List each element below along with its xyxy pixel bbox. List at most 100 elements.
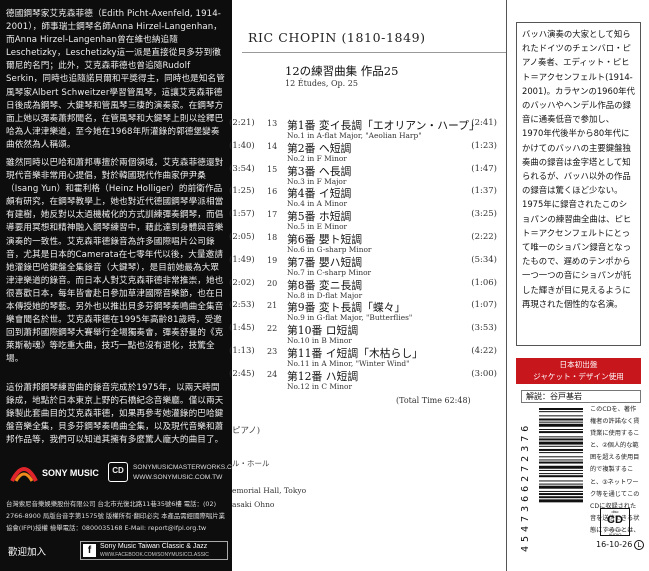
banner-line-1: 日本初出盤 — [559, 360, 598, 369]
barcode-bar — [539, 452, 583, 454]
sleeve-paragraph-1: 德國鋼琴家艾克森菲德（Edith Picht-Axenfeld, 1914-20… — [6, 9, 225, 150]
commentary-credit: 解説：谷戸基岩 — [521, 390, 641, 403]
track-number: 21 — [267, 301, 278, 311]
track-title-en: No.2 in F Minor — [287, 153, 347, 163]
sony-music-logo-icon — [10, 467, 38, 482]
ghost-time: (3:54) — [229, 163, 255, 174]
track-duration: (5:34) — [471, 254, 497, 265]
track-row: 24 第12番 ハ短調 No.12 in C Minor (3:00) — [265, 368, 503, 396]
barcode-bar — [539, 499, 583, 503]
divider — [242, 52, 512, 53]
ghost-time: (1:57) — [229, 209, 255, 220]
ghost-time: (2:45) — [229, 368, 255, 379]
track-number: 22 — [267, 324, 278, 334]
sleeve-paragraph-3: 這份蕭邦鋼琴練習曲的錄音完成於1975年，以兩天時間錄成，地點於日本東京上野的石… — [6, 383, 224, 446]
credit-fragment-1: ピアノ) — [232, 426, 261, 436]
fold-line — [506, 0, 507, 571]
barcode-bar — [539, 431, 583, 434]
track-title-en: No.6 in G-sharp Minor — [287, 245, 372, 254]
barcode-bar — [539, 461, 583, 464]
work-title: 12の練習曲集 作品25 — [285, 64, 399, 78]
barcode-bar — [539, 421, 583, 423]
track-number: 18 — [267, 233, 278, 242]
ghost-time: (2:53) — [229, 300, 255, 311]
track-number: 20 — [267, 278, 278, 288]
barcode-bar — [539, 475, 583, 478]
track-title-en: No.4 in A Minor — [287, 199, 348, 209]
barcode-bar — [539, 485, 583, 489]
japanese-liner-text: バッハ演奏の大家として知られたドイツのチェンバロ・ピアノ奏者、エディット・ピヒト… — [516, 22, 641, 346]
barcode-bar — [539, 415, 583, 417]
barcode-bar — [539, 429, 583, 430]
track-title-en: No.5 in E Minor — [287, 222, 348, 232]
track-duration: (1:47) — [471, 163, 497, 174]
catalog-date: 16-10-26 L — [596, 540, 645, 550]
total-time: (Total Time 62:48) — [396, 396, 471, 405]
ghost-time: (1:49) — [229, 254, 255, 265]
track-duration: (4:22) — [471, 346, 497, 356]
credit-fragment-4: asaki Ohno — [232, 500, 275, 509]
first-edition-banner: 日本初出盤 ジャケット・デザイン使用 — [516, 358, 641, 384]
ghost-time: (1:45) — [229, 323, 255, 334]
welcome-text: 歡迎加入 — [8, 547, 47, 558]
track-title-en: No.3 in F Major — [287, 176, 347, 186]
track-duration: (3:53) — [471, 323, 497, 334]
facebook-page-name: Sony Music Taiwan Classic & Jazz — [100, 543, 208, 550]
track-duration: (1:06) — [471, 277, 497, 288]
cd-da-bottom: DIGITAL AUDIO — [607, 527, 623, 537]
sleeve-footer: SONY MUSIC CD SONYMUSICMASTERWORKS.COM W… — [0, 458, 242, 571]
barcode-bar — [539, 483, 583, 485]
work-subtitle: 12 Études, Op. 25 — [285, 79, 358, 88]
ghost-time: (2:02) — [229, 277, 255, 288]
track-duration: (1:07) — [471, 300, 497, 311]
barcode-bar — [539, 411, 583, 413]
track-duration: (3:00) — [471, 368, 497, 379]
track-duration: (3:25) — [471, 209, 497, 220]
facebook-icon: f — [83, 544, 96, 557]
track-title-en: No.11 in A Minor, "Winter Wind" — [287, 359, 410, 368]
sleeve-paragraph-2: 雖然同時以巴哈和蕭邦專擅於兩個領域，艾克森菲德還對現代音樂非常用心提倡，對於韓國… — [6, 158, 224, 365]
ghost-time: (1:40) — [229, 140, 255, 151]
barcode-bar — [539, 473, 583, 475]
track-number: 14 — [267, 141, 278, 151]
cd-da-main: CD — [607, 514, 623, 526]
track-number: 24 — [267, 369, 278, 379]
barcode-bar — [539, 496, 583, 499]
barcode-bar — [539, 490, 583, 492]
credit-fragment-3: emorial Hall, Tokyo — [232, 486, 307, 495]
track-title-en: No.7 in C-sharp Minor — [287, 267, 372, 277]
barcode-bar — [539, 480, 583, 482]
barcode-bar — [539, 418, 583, 421]
ghost-time: (2:21) — [229, 118, 255, 128]
barcode-bar — [539, 469, 583, 471]
track-number: 17 — [267, 210, 278, 220]
url-masterworks: SONYMUSICMASTERWORKS.COM — [133, 464, 243, 471]
barcode-bar — [539, 408, 583, 410]
track-duration: (2:22) — [471, 232, 497, 242]
banner-line-2: ジャケット・デザイン使用 — [533, 372, 624, 381]
track-number: 19 — [267, 255, 278, 265]
url-sonymusic: WWW.SONYMUSIC.COM.TW — [133, 474, 223, 481]
barcode-bar — [539, 441, 583, 445]
track-title-en: No.8 in D-flat Major — [287, 290, 363, 300]
track-number: 15 — [267, 164, 278, 174]
barcode-bar — [539, 436, 583, 438]
obi-sleeve: 德國鋼琴家艾克森菲德（Edith Picht-Axenfeld, 1914-20… — [0, 0, 242, 571]
barcode-bar — [539, 456, 583, 458]
barcode-bar — [539, 445, 583, 447]
track-title-en: No.10 in B Minor — [287, 336, 352, 346]
barcode-bar — [539, 438, 583, 441]
track-number: 23 — [267, 347, 278, 356]
ghost-time: (1:13) — [229, 346, 255, 356]
track-duration: (1:23) — [471, 140, 497, 151]
facebook-url: WWW.FACEBOOK.COM/SONYMUSICCLASSIC — [100, 552, 209, 558]
barcode-number: 4547366272376 — [520, 421, 531, 552]
compact-disc-logo: CD — [108, 462, 128, 482]
track-number: 16 — [267, 187, 278, 197]
barcode-bar — [539, 423, 583, 427]
track-number: 13 — [267, 119, 278, 128]
sony-music-label: SONY MUSIC — [42, 468, 99, 478]
barcode-bar — [539, 448, 583, 451]
barcode-bar — [539, 493, 583, 496]
track-title-en: No.1 in A-flat Major, "Aeolian Harp" — [287, 131, 422, 140]
